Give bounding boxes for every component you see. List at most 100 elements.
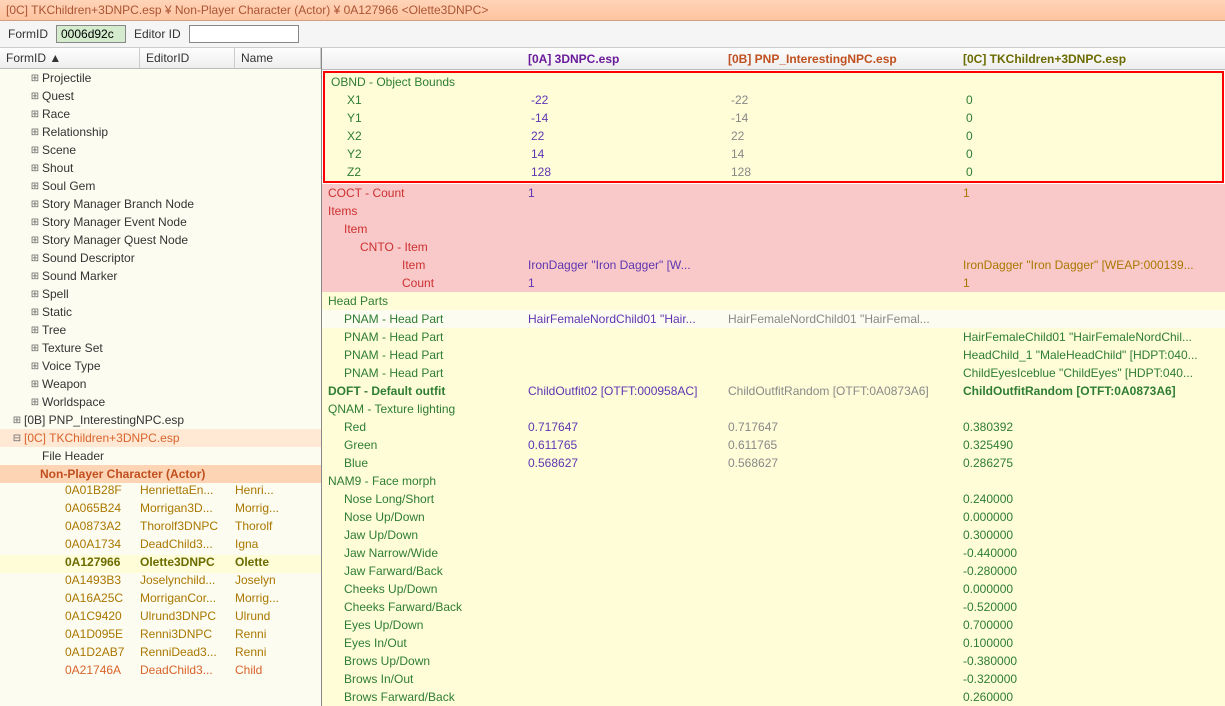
data-row[interactable]: Red0.7176470.7176470.380392 xyxy=(322,418,1225,436)
tree-item[interactable]: ⊞Quest xyxy=(0,87,321,105)
record-tree[interactable]: ⊞Projectile⊞Quest⊞Race⊞Relationship⊞Scen… xyxy=(0,69,321,706)
tree-item[interactable]: ⊞Shout xyxy=(0,159,321,177)
data-row[interactable]: Blue0.5686270.5686270.286275 xyxy=(322,454,1225,472)
left-column-headers[interactable]: FormID ▲ EditorID Name xyxy=(0,48,321,69)
data-row[interactable]: PNAM - Head PartHeadChild_1 "MaleHeadChi… xyxy=(322,346,1225,364)
data-row[interactable]: Jaw Narrow/Wide-0.440000 xyxy=(322,544,1225,562)
tree-item[interactable]: ⊞Story Manager Branch Node xyxy=(0,195,321,213)
expand-icon[interactable]: ⊞ xyxy=(10,415,24,426)
expand-icon[interactable]: ⊞ xyxy=(28,235,42,246)
data-row[interactable]: Y214140 xyxy=(325,145,1222,163)
tree-item[interactable]: ⊞Tree xyxy=(0,321,321,339)
npc-row[interactable]: 0A21746ADeadChild3...Child xyxy=(0,663,321,681)
data-row[interactable]: QNAM - Texture lighting xyxy=(322,400,1225,418)
col-source-a[interactable]: [0A] 3DNPC.esp xyxy=(522,49,722,69)
expand-icon[interactable]: ⊞ xyxy=(28,163,42,174)
record-group[interactable]: Non-Player Character (Actor) xyxy=(0,465,321,483)
data-row[interactable]: DOFT - Default outfitChildOutfit02 [OTFT… xyxy=(322,382,1225,400)
tree-item[interactable]: ⊞Soul Gem xyxy=(0,177,321,195)
tree-item[interactable]: File Header xyxy=(0,447,321,465)
tree-item[interactable]: ⊞Story Manager Event Node xyxy=(0,213,321,231)
data-row[interactable]: NAM9 - Face morph xyxy=(322,472,1225,490)
expand-icon[interactable]: ⊞ xyxy=(28,181,42,192)
data-row[interactable]: CNTO - Item xyxy=(322,238,1225,256)
plugin-row-selected[interactable]: ⊟[0C] TKChildren+3DNPC.esp xyxy=(0,429,321,447)
npc-row[interactable]: 0A0873A2Thorolf3DNPCThorolf xyxy=(0,519,321,537)
col-editorid[interactable]: EditorID xyxy=(140,48,235,68)
tree-item[interactable]: ⊞Sound Descriptor xyxy=(0,249,321,267)
expand-icon[interactable]: ⊞ xyxy=(28,73,42,84)
expand-icon[interactable]: ⊞ xyxy=(28,289,42,300)
data-row[interactable]: ItemIronDagger "Iron Dagger" [W...IronDa… xyxy=(322,256,1225,274)
data-row[interactable]: Brows Farward/Back0.260000 xyxy=(322,688,1225,706)
expand-icon[interactable]: ⊞ xyxy=(28,145,42,156)
tree-item[interactable]: ⊞Projectile xyxy=(0,69,321,87)
tree-item[interactable]: ⊞Scene xyxy=(0,141,321,159)
data-row[interactable]: OBND - Object Bounds xyxy=(325,73,1222,91)
col-source-b[interactable]: [0B] PNP_InterestingNPC.esp xyxy=(722,49,957,69)
npc-row[interactable]: 0A127966Olette3DNPCOlette xyxy=(0,555,321,573)
expand-icon[interactable]: ⊞ xyxy=(28,325,42,336)
data-row[interactable]: Jaw Farward/Back-0.280000 xyxy=(322,562,1225,580)
data-row[interactable]: Jaw Up/Down0.300000 xyxy=(322,526,1225,544)
expand-icon[interactable]: ⊞ xyxy=(28,91,42,102)
data-row[interactable]: Y1-14-140 xyxy=(325,109,1222,127)
npc-row[interactable]: 0A1C9420Ulrund3DNPCUlrund xyxy=(0,609,321,627)
col-formid[interactable]: FormID ▲ xyxy=(0,48,140,68)
col-source-c[interactable]: [0C] TKChildren+3DNPC.esp xyxy=(957,49,1225,69)
data-row[interactable]: X222220 xyxy=(325,127,1222,145)
data-row[interactable]: Eyes Up/Down0.700000 xyxy=(322,616,1225,634)
data-row[interactable]: Green0.6117650.6117650.325490 xyxy=(322,436,1225,454)
plugin-row[interactable]: ⊞[0B] PNP_InterestingNPC.esp xyxy=(0,411,321,429)
expand-icon[interactable]: ⊞ xyxy=(28,109,42,120)
editorid-input[interactable] xyxy=(189,25,299,43)
npc-row[interactable]: 0A1493B3Joselynchild...Joselyn xyxy=(0,573,321,591)
data-row[interactable]: Nose Long/Short0.240000 xyxy=(322,490,1225,508)
expand-icon[interactable]: ⊞ xyxy=(28,271,42,282)
expand-icon[interactable]: ⊞ xyxy=(28,307,42,318)
npc-row[interactable]: 0A065B24Morrigan3D...Morrig... xyxy=(0,501,321,519)
data-row[interactable]: Items xyxy=(322,202,1225,220)
data-row[interactable]: Cheeks Farward/Back-0.520000 xyxy=(322,598,1225,616)
tree-item[interactable]: ⊞Voice Type xyxy=(0,357,321,375)
npc-row[interactable]: 0A0A1734DeadChild3...Igna xyxy=(0,537,321,555)
expand-icon[interactable]: ⊞ xyxy=(28,253,42,264)
data-row[interactable]: PNAM - Head PartHairFemaleNordChild01 "H… xyxy=(322,310,1225,328)
col-name[interactable]: Name xyxy=(235,48,321,68)
npc-row[interactable]: 0A01B28FHenriettaEn...Henri... xyxy=(0,483,321,501)
expand-icon[interactable]: ⊞ xyxy=(28,379,42,390)
data-row[interactable]: Eyes In/Out0.100000 xyxy=(322,634,1225,652)
tree-item[interactable]: ⊞Relationship xyxy=(0,123,321,141)
data-row[interactable]: Brows Up/Down-0.380000 xyxy=(322,652,1225,670)
npc-row[interactable]: 0A1D2AB7RenniDead3...Renni xyxy=(0,645,321,663)
data-row[interactable]: PNAM - Head PartHairFemaleChild01 "HairF… xyxy=(322,328,1225,346)
expand-icon[interactable]: ⊞ xyxy=(28,361,42,372)
tree-item[interactable]: ⊞Worldspace xyxy=(0,393,321,411)
data-row[interactable]: Nose Up/Down0.000000 xyxy=(322,508,1225,526)
tree-item[interactable]: ⊞Race xyxy=(0,105,321,123)
data-row[interactable]: COCT - Count11 xyxy=(322,184,1225,202)
npc-row[interactable]: 0A16A25CMorriganCor...Morrig... xyxy=(0,591,321,609)
data-row[interactable]: Count11 xyxy=(322,274,1225,292)
collapse-icon[interactable]: ⊟ xyxy=(10,433,24,444)
tree-item[interactable]: ⊞Texture Set xyxy=(0,339,321,357)
tree-item[interactable]: ⊞Spell xyxy=(0,285,321,303)
data-row[interactable]: X1-22-220 xyxy=(325,91,1222,109)
data-row[interactable]: Head Parts xyxy=(322,292,1225,310)
data-row[interactable]: Item xyxy=(322,220,1225,238)
data-row[interactable]: Cheeks Up/Down0.000000 xyxy=(322,580,1225,598)
formid-input[interactable] xyxy=(56,25,126,43)
tree-item[interactable]: ⊞Static xyxy=(0,303,321,321)
expand-icon[interactable]: ⊞ xyxy=(28,199,42,210)
npc-row[interactable]: 0A1D095ERenni3DNPCRenni xyxy=(0,627,321,645)
data-row[interactable]: PNAM - Head PartChildEyesIceblue "ChildE… xyxy=(322,364,1225,382)
tree-item[interactable]: ⊞Sound Marker xyxy=(0,267,321,285)
data-row[interactable]: Brows In/Out-0.320000 xyxy=(322,670,1225,688)
expand-icon[interactable]: ⊞ xyxy=(28,397,42,408)
tree-item[interactable]: ⊞Weapon xyxy=(0,375,321,393)
expand-icon[interactable]: ⊞ xyxy=(28,343,42,354)
record-compare-grid[interactable]: OBND - Object BoundsX1-22-220Y1-14-140X2… xyxy=(322,70,1225,706)
tree-item[interactable]: ⊞Story Manager Quest Node xyxy=(0,231,321,249)
expand-icon[interactable]: ⊞ xyxy=(28,127,42,138)
expand-icon[interactable]: ⊞ xyxy=(28,217,42,228)
